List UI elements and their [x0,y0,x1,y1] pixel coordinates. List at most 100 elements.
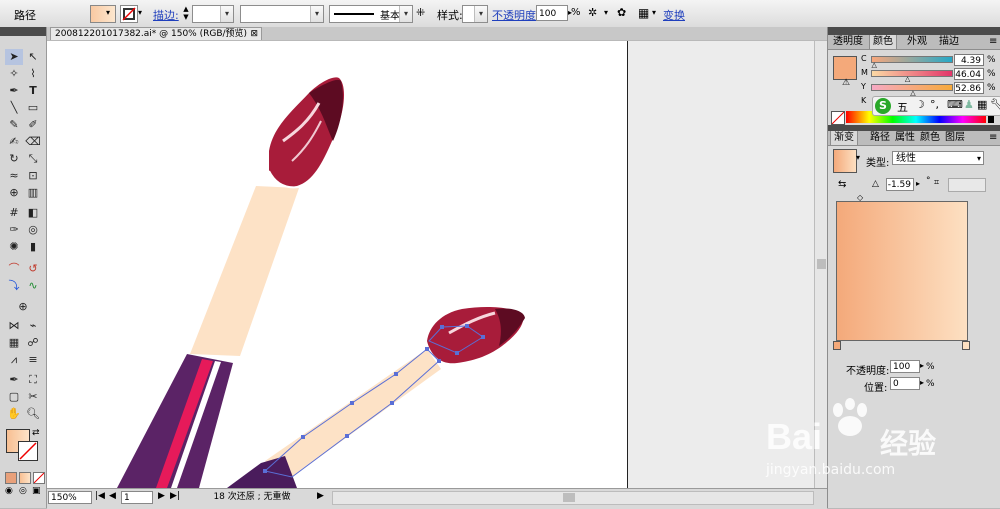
none-mode-icon[interactable] [33,472,45,484]
panel-menu-icon[interactable]: ≡ [986,35,1000,49]
transform-link[interactable]: 变换 [663,7,685,23]
artwork[interactable] [47,41,814,488]
channel-slider-thumb[interactable]: △ [910,89,915,97]
gear-icon[interactable]: ✿ [617,6,631,20]
moon-icon[interactable]: ☽ [915,98,925,111]
keyboard-icon[interactable]: ⌨ [947,98,963,111]
ime-mode[interactable]: 五 [897,99,908,115]
live-trace-tool-icon[interactable]: ⛶ [24,372,42,388]
grid-tool-icon[interactable]: ▦ [5,335,23,351]
reset-icon[interactable]: ⁜ [416,6,430,20]
stroke-swatch[interactable] [120,5,138,23]
gradient-preview-swatch[interactable] [833,149,857,173]
lower-pants-shape[interactable] [227,456,297,488]
ime-logo[interactable]: S [875,98,891,114]
chevron-right-icon[interactable]: ▸ [916,179,920,188]
graph-data-icon[interactable]: ⩘ [5,352,23,368]
chevron-down-icon[interactable]: ▾ [856,153,860,162]
chevron-down-icon[interactable]: ▾ [652,6,660,20]
stop-opacity-input[interactable]: 100 [890,360,920,373]
rectangle-tool-icon[interactable]: ▭ [24,100,42,116]
type-tool-icon[interactable]: T [24,83,42,99]
tab-gradient[interactable]: 渐变 [830,131,858,145]
scroll-thumb[interactable] [563,493,575,502]
shape-builder-tool-icon[interactable]: ⊕ [5,185,23,201]
prev-artboard-icon[interactable]: ◀ [109,491,116,501]
free-transform-tool-icon[interactable]: ⊡ [24,168,42,184]
stop-position-input[interactable]: 0 [890,377,920,390]
variable-width-select[interactable]: ▾ [240,5,324,23]
next-artboard-icon[interactable]: ▶ [158,491,165,501]
draw-normal-icon[interactable]: ◉ [5,486,17,496]
live-paint-tool-icon[interactable]: ⌒ [5,261,23,277]
live-paint-selection-tool-icon[interactable]: ↺ [24,261,42,277]
grid-icon[interactable]: ▦ [977,98,987,111]
chevron-down-icon[interactable]: ▾ [138,5,146,21]
smooth-tool-icon[interactable]: ☍ [24,335,42,351]
upper-leg-shape[interactable] [190,186,299,356]
gradient-mode-icon[interactable] [19,472,31,484]
stroke-link[interactable]: 描边: [153,7,179,23]
screen-mode-icon[interactable]: ▣ [32,486,44,496]
selection-tool-icon[interactable]: ➤ [5,49,23,65]
artboard-tool-icon[interactable]: ⋈ [5,318,23,334]
channel-slider-m[interactable] [871,70,953,77]
stroke-weight-stepper[interactable]: ▲ ▼ [181,5,191,21]
tab-color-2[interactable]: 颜色 [917,131,943,145]
paintbrush-tool-icon[interactable]: ✎ [5,117,23,133]
lasso-tool-icon[interactable]: ⌇ [24,66,42,82]
gradient-tool-icon[interactable]: ◧ [24,205,42,221]
opacity-input[interactable]: 100 [536,5,568,21]
user-icon[interactable]: ♟ [964,98,974,111]
zoom-select[interactable]: 150% [48,491,92,504]
tab-transparency[interactable]: 透明度 [830,35,866,49]
align-icon[interactable]: ▦ [638,6,652,20]
symbol-sprayer-tool-icon[interactable]: ✺ [5,239,23,255]
none-swatch[interactable] [831,111,845,125]
gradient-stop-start[interactable] [833,341,841,350]
warp-tool-icon[interactable]: ≈ [5,168,23,184]
zoom-tool-icon[interactable]: 🔍︎ [24,406,42,422]
mesh-tool-icon[interactable]: # [5,205,23,221]
recolor-icon[interactable]: ✲ [588,6,604,20]
tab-color[interactable]: 颜色 [869,35,897,49]
eyedropper-tool-icon[interactable]: ✑ [5,222,23,238]
scale-tool-icon[interactable]: ⤡ [24,151,42,167]
angle-input[interactable]: -1.59 [886,178,914,191]
channel-value-m[interactable]: 46.04 [954,68,984,80]
gradient-stop-end[interactable] [962,341,970,350]
channel-slider-c[interactable] [871,56,953,63]
gradient-ramp-preview[interactable] [836,201,968,341]
tab-path[interactable]: 路径 [867,131,893,145]
graphic-style-select[interactable]: ▾ [462,5,488,23]
crop-tool-icon[interactable]: ▢ [5,389,23,405]
aspect-ratio-input[interactable] [948,178,986,192]
panel-menu-icon[interactable]: ≡ [986,131,1000,145]
blend-tool-icon[interactable]: ◎ [24,222,42,238]
pencil-tool-icon[interactable]: ✐ [24,117,42,133]
stroke-color-swatch[interactable] [18,441,38,461]
chevron-down-icon[interactable]: ▾ [106,5,114,21]
document-tab[interactable]: 20081220101738​2.ai* @ 150% (RGB/预览) ⊠ [50,27,262,40]
slice-tool-icon[interactable]: ⊕ [14,299,32,315]
channel-slider-thumb[interactable]: △ [872,61,877,69]
blob-brush-tool-icon[interactable]: ✍ [5,134,23,150]
eraser-tool-icon[interactable]: ⌫ [24,134,42,150]
first-artboard-icon[interactable]: |◀ [95,491,105,501]
tab-layers[interactable]: 图层 [942,131,968,145]
swap-fill-stroke-icon[interactable]: ⇄ [32,428,40,438]
pen-tool-icon[interactable]: ✒ [5,83,23,99]
stroke-weight-select[interactable]: ▾ [192,5,234,23]
hand-tool-icon[interactable]: ✋ [5,406,23,422]
perspective-grid-tool-icon[interactable]: ▥ [24,185,42,201]
color-fill-swatch[interactable] [833,56,857,80]
gradient-type-select[interactable]: 线性 ▾ [892,151,984,165]
scissors-tool-icon[interactable]: ⤵ [5,278,23,294]
reverse-gradient-icon[interactable]: ⇆ [838,179,846,190]
envelope-tool-icon[interactable]: ⌁ [24,318,42,334]
wrench-icon[interactable]: 🔧︎ [990,98,1000,111]
status-menu-icon[interactable]: ▶ [317,491,324,501]
channel-value-c[interactable]: 4.39 [954,54,984,66]
knife-tool-icon[interactable]: ✂ [24,389,42,405]
list-tool-icon[interactable]: ≡ [24,352,42,368]
